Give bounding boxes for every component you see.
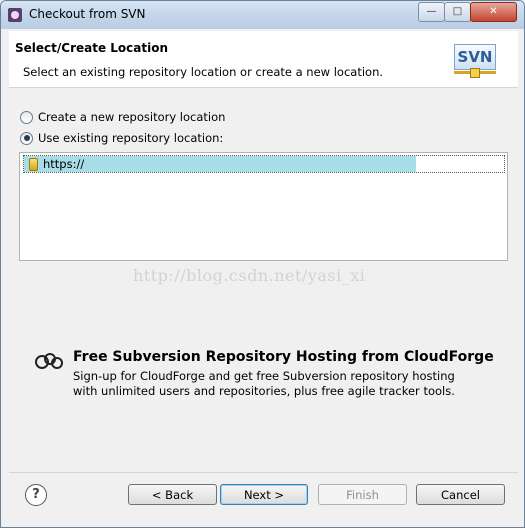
promo-title[interactable]: Free Subversion Repository Hosting from … [73,349,494,365]
minimize-button[interactable]: — [418,2,445,22]
window-title: Checkout from SVN [29,7,146,21]
create-new-option[interactable]: Create a new repository location [20,110,225,124]
svn-logo-knob [470,68,480,78]
watermark: http://blog.csdn.net/yasi_xi [133,266,366,285]
next-button[interactable]: Next > [220,484,308,505]
list-item[interactable]: https:// [23,155,505,173]
svn-logo-text: SVN [454,44,496,70]
help-icon[interactable]: ? [25,484,47,506]
maximize-button[interactable]: □ [444,2,471,22]
create-new-label: Create a new repository location [38,110,226,124]
promo-line-2: with unlimited users and repositories, p… [73,384,455,398]
use-existing-label: Use existing repository location: [38,131,224,145]
finish-button[interactable]: Finish [318,484,407,505]
cloudforge-promo[interactable]: Free Subversion Repository Hosting from … [33,349,494,403]
page-title: Select/Create Location [15,41,169,55]
svn-logo-icon: SVN [454,41,496,81]
cloudforge-icon [35,353,63,369]
use-existing-radio[interactable] [20,131,33,145]
eclipse-app-icon [8,8,22,22]
repository-icon [29,158,38,171]
cancel-button[interactable]: Cancel [416,484,505,505]
checkout-dialog: Checkout from SVN — □ ✕ Select/Create Lo… [0,0,525,528]
title-bar[interactable]: Checkout from SVN — □ ✕ [1,1,524,29]
wizard-header: Select/Create Location Select an existin… [9,31,518,88]
back-button[interactable]: < Back [128,484,217,505]
promo-line-1: Sign-up for CloudForge and get free Subv… [73,369,455,383]
repository-list[interactable]: https:// [19,152,508,261]
footer-divider [9,472,518,473]
use-existing-option[interactable]: Use existing repository location: [20,131,223,145]
create-new-radio[interactable] [20,110,33,124]
repository-url: https:// [43,157,85,171]
close-button[interactable]: ✕ [470,2,517,22]
page-description: Select an existing repository location o… [23,65,384,79]
